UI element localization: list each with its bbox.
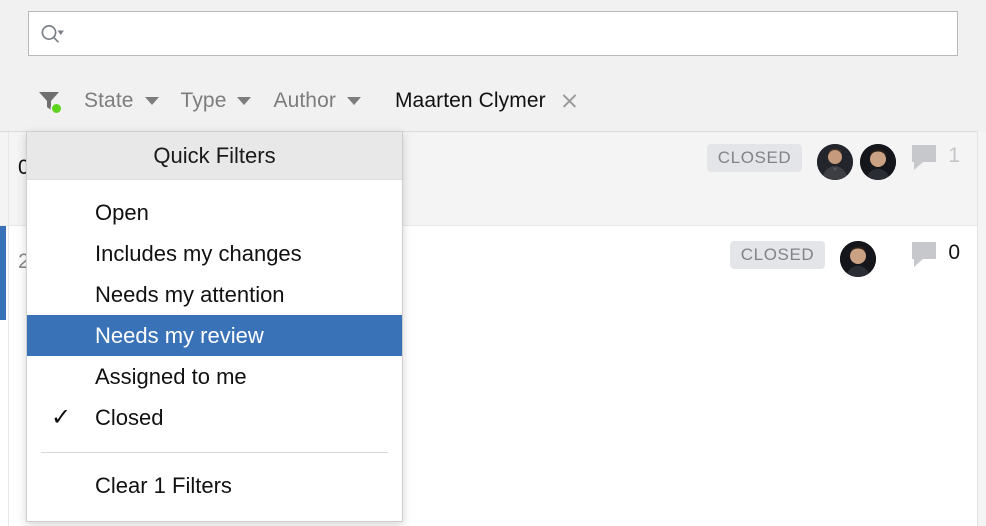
quick-filters-menu-footer: Clear 1 Filters [27,453,402,521]
row-selection-marker [0,132,6,225]
menu-item-label: Clear 1 Filters [95,473,232,499]
menu-item-label: Needs my attention [95,282,285,308]
menu-item-includes-my-changes[interactable]: Includes my changes [27,233,402,274]
row-selection-marker [0,226,6,320]
status-badge: CLOSED [707,144,803,172]
comment-count: 1 [948,144,960,168]
row-meta: CLOSED [730,226,960,320]
filter-bar: State Type Author Maarten Clymer [0,70,986,132]
filter-dropdown-author-label: Author [273,89,335,113]
search-input[interactable] [70,19,947,49]
chevron-down-icon [237,97,251,105]
avatar-group [840,241,896,277]
avatar[interactable] [860,144,896,180]
avatar-group [817,144,896,180]
filter-funnel-icon[interactable] [36,88,62,114]
row-meta: CLOSED [707,132,960,226]
menu-item-label: Includes my changes [95,241,302,267]
check-icon: ✓ [27,406,95,430]
panel-divider [8,132,9,526]
menu-item-assigned-to-me[interactable]: Assigned to me [27,356,402,397]
vertical-scrollbar[interactable] [977,132,986,526]
menu-item-label: Open [95,200,149,226]
pull-request-list-window: State Type Author Maarten Clymer 020, by… [0,0,986,526]
comment-bubble-icon [912,242,938,264]
filter-dropdown-author[interactable]: Author [273,89,360,113]
avatar[interactable] [840,241,876,277]
filter-dropdown-state[interactable]: State [84,89,159,113]
active-filter-chip: Maarten Clymer [395,89,579,113]
comment-count: 0 [948,241,960,265]
quick-filters-menu-items: Open Includes my changes Needs my attent… [27,180,402,438]
filter-dropdown-type-label: Type [181,89,227,113]
menu-item-label: Assigned to me [95,364,247,390]
filter-active-badge [52,104,61,113]
status-badge: CLOSED [730,241,826,269]
filter-dropdown-state-label: State [84,89,134,113]
filter-dropdown-type[interactable]: Type [181,89,252,113]
search-icon[interactable] [40,22,70,46]
search-area [0,0,986,70]
chevron-down-icon [347,97,361,105]
scrollbar-gutter-top [977,0,986,132]
menu-item-needs-my-attention[interactable]: Needs my attention [27,274,402,315]
active-filter-chip-label: Maarten Clymer [395,89,546,113]
menu-item-needs-my-review[interactable]: Needs my review [27,315,402,356]
comment-bubble-icon [912,145,938,167]
comment-count-group: 1 [912,144,960,168]
search-field[interactable] [28,11,958,56]
menu-item-label: Closed [95,405,163,431]
comment-count-group: 0 [912,241,960,265]
chevron-down-icon [145,97,159,105]
close-icon[interactable] [559,91,579,111]
menu-item-closed[interactable]: ✓ Closed [27,397,402,438]
menu-item-open[interactable]: Open [27,192,402,233]
quick-filters-menu-title: Quick Filters [27,132,402,180]
menu-item-label: Needs my review [95,323,264,349]
menu-item-clear-filters[interactable]: Clear 1 Filters [27,465,402,506]
quick-filters-menu: Quick Filters Open Includes my changes N… [26,131,403,522]
avatar[interactable] [817,144,853,180]
